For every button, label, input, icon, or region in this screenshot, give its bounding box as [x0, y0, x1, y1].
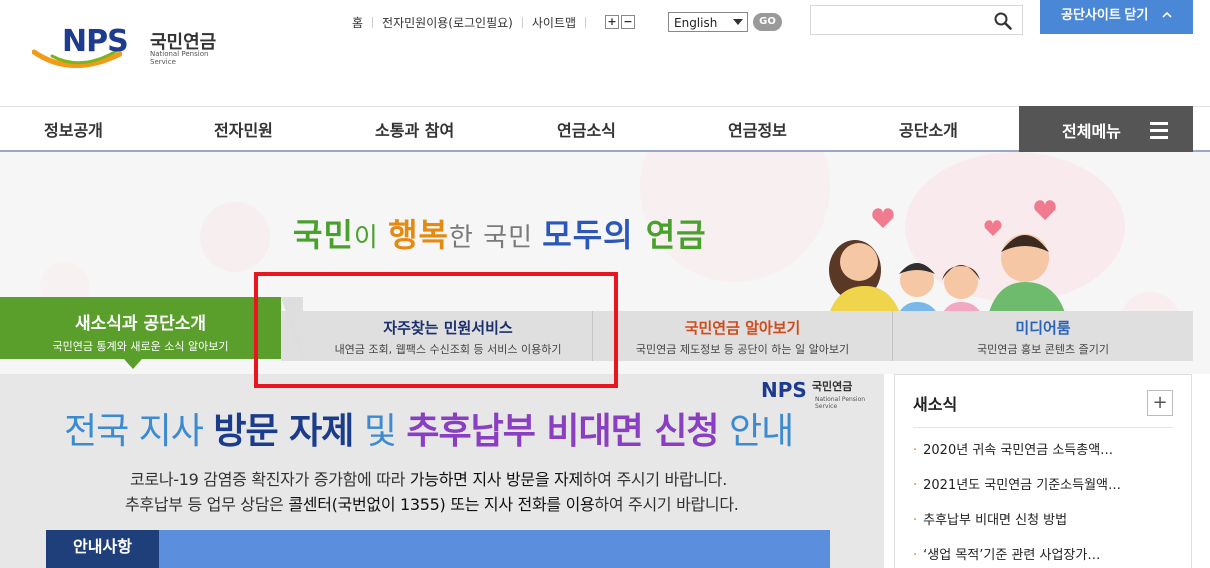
- tab-title: 새소식과 공단소개: [74, 314, 207, 334]
- news-item-label: 2020년 귀속 국민연금 소득총액…: [923, 443, 1114, 458]
- nav-about[interactable]: 공단소개: [899, 117, 958, 141]
- text-span: 코로나-19 감염증 확진자가 증가함에 따라: [130, 470, 410, 489]
- divider: [913, 427, 1173, 428]
- slogan-part: 이: [353, 223, 389, 253]
- bullet-icon: ·: [913, 443, 918, 458]
- text-span: 가능하면 지사 방문을 자제: [409, 470, 583, 489]
- news-panel: 새소식 + · 2020년 귀속 국민연금 소득총액… · 2021년도 국민연금 …: [894, 374, 1192, 568]
- e-civil-link[interactable]: 전자민원이용(로그인필요): [382, 14, 513, 31]
- all-menu-label: 전체메뉴: [1062, 122, 1121, 141]
- tab-media-room[interactable]: 미디어룸 국민연금 홍보 콘텐츠 즐기기: [893, 311, 1193, 361]
- home-link[interactable]: 홈: [352, 14, 363, 31]
- main-nav: 정보공개 전자민원 소통과 참여 연금소식 연금정보 공단소개 전체메뉴: [0, 106, 1210, 152]
- slogan-part: 한 국민: [448, 223, 543, 253]
- nav-pension-info[interactable]: 연금정보: [728, 117, 787, 141]
- notice-title-part: 및: [353, 411, 407, 452]
- tab-news-about[interactable]: 새소식과 공단소개 국민연금 통계와 새로운 소식 알아보기: [0, 297, 281, 359]
- slogan-part: 국민: [293, 216, 354, 254]
- chevron-down-icon: [733, 19, 743, 25]
- nav-pension-news[interactable]: 연금소식: [557, 117, 616, 141]
- tab-subtitle: 국민연금 홍보 콘텐츠 즐기기: [977, 343, 1109, 356]
- news-item-label: 2021년도 국민연금 기준소득월액…: [923, 478, 1122, 493]
- news-more-button[interactable]: +: [1147, 390, 1173, 416]
- search-input[interactable]: [810, 5, 1023, 35]
- tab-subtitle: 국민연금 통계와 새로운 소식 알아보기: [52, 340, 229, 353]
- close-site-button[interactable]: 공단사이트 닫기: [1040, 0, 1193, 34]
- news-item[interactable]: · 추후납부 비대면 신청 방법: [913, 509, 1067, 528]
- zoom-controls: + −: [605, 15, 637, 29]
- text-span: 콜센터(국번없이 1355) 또는 지사 전화를 이용: [288, 495, 595, 514]
- notice-tag: 안내사항: [46, 530, 159, 568]
- notice-title-part: 전국 지사: [64, 411, 214, 452]
- notice-banner[interactable]: NPS 국민연금 National Pension Service 전국 지사 …: [0, 374, 884, 568]
- tab-pointer-icon: [124, 359, 142, 369]
- text-span: 추후납부 등 업무 상담은: [125, 495, 289, 514]
- hamburger-icon: [1150, 122, 1168, 143]
- news-item-label: ‘생업 목적’기준 관련 사업장가…: [923, 548, 1101, 563]
- notice-title: 전국 지사 방문 자제 및 추후납부 비대면 신청 안내: [64, 402, 794, 454]
- logo-english: National Pension Service: [150, 50, 209, 66]
- text-span: 하여 주시기 바랍니다.: [594, 495, 739, 514]
- news-item-label: 추후납부 비대면 신청 방법: [923, 513, 1068, 528]
- news-item[interactable]: · ‘생업 목적’기준 관련 사업장가…: [913, 544, 1100, 563]
- highlight-box: [254, 272, 618, 388]
- divider: [585, 16, 587, 28]
- tab-title: 미디어룸: [1015, 319, 1071, 337]
- news-title: 새소식: [913, 395, 958, 414]
- notice-title-part: 추후납부 비대면 신청: [406, 411, 719, 452]
- slogan-part: 연금: [633, 216, 707, 254]
- divider: [521, 16, 523, 28]
- logo-text: NPS: [62, 24, 129, 59]
- search-icon[interactable]: [994, 12, 1012, 30]
- text-span: 하여 주시기 바랍니다.: [582, 470, 728, 489]
- language-selected: English: [674, 16, 718, 30]
- close-site-label: 공단사이트 닫기: [1061, 7, 1149, 22]
- slogan-part: 행복: [388, 216, 449, 254]
- news-item[interactable]: · 2021년도 국민연금 기준소득월액…: [913, 474, 1121, 493]
- nav-e-civil[interactable]: 전자민원: [214, 117, 273, 141]
- news-item[interactable]: · 2020년 귀속 국민연금 소득총액…: [913, 439, 1113, 458]
- divider: [372, 16, 374, 28]
- notice-logo-english: National Pension Service: [815, 396, 866, 410]
- nav-communication[interactable]: 소통과 참여: [375, 117, 454, 141]
- notice-line-2: 추후납부 등 업무 상담은 콜센터(국번없이 1355) 또는 지사 전화를 이…: [125, 491, 739, 515]
- nps-logo[interactable]: NPS 국민연금 National Pension Service: [32, 22, 232, 77]
- sitemap-link[interactable]: 사이트맵: [532, 14, 576, 31]
- language-select[interactable]: English: [668, 12, 748, 32]
- go-button[interactable]: GO: [753, 13, 782, 31]
- slogan-part: 모두의: [542, 216, 634, 254]
- notice-line-1: 코로나-19 감염증 확진자가 증가함에 따라 가능하면 지사 방문을 자제하여…: [130, 466, 727, 490]
- tab-learn-pension[interactable]: 국민연금 알아보기 국민연금 제도정보 등 공단이 하는 일 알아보기: [593, 311, 892, 361]
- chevron-up-icon: [1162, 11, 1172, 18]
- hero-slogan: 국민이 행복한 국민 모두의 연금: [293, 210, 707, 256]
- utility-links: 홈 전자민원이용(로그인필요) 사이트맵 + −: [352, 12, 637, 32]
- notice-bar: [46, 530, 830, 568]
- tab-subtitle: 국민연금 제도정보 등 공단이 하는 일 알아보기: [635, 343, 850, 356]
- nav-info-disclosure[interactable]: 정보공개: [44, 117, 103, 141]
- bullet-icon: ·: [913, 478, 918, 493]
- bullet-icon: ·: [913, 513, 918, 528]
- notice-title-part: 방문 자제: [213, 411, 354, 452]
- all-menu-button[interactable]: 전체메뉴: [1019, 106, 1193, 152]
- notice-logo-text: NPS: [761, 378, 807, 402]
- zoom-in-button[interactable]: +: [605, 15, 620, 29]
- notice-title-part: 안내: [718, 411, 794, 452]
- zoom-out-button[interactable]: −: [621, 15, 636, 29]
- bullet-icon: ·: [913, 548, 918, 563]
- tab-title: 국민연금 알아보기: [684, 319, 801, 337]
- notice-logo-korean: 국민연금: [811, 380, 853, 393]
